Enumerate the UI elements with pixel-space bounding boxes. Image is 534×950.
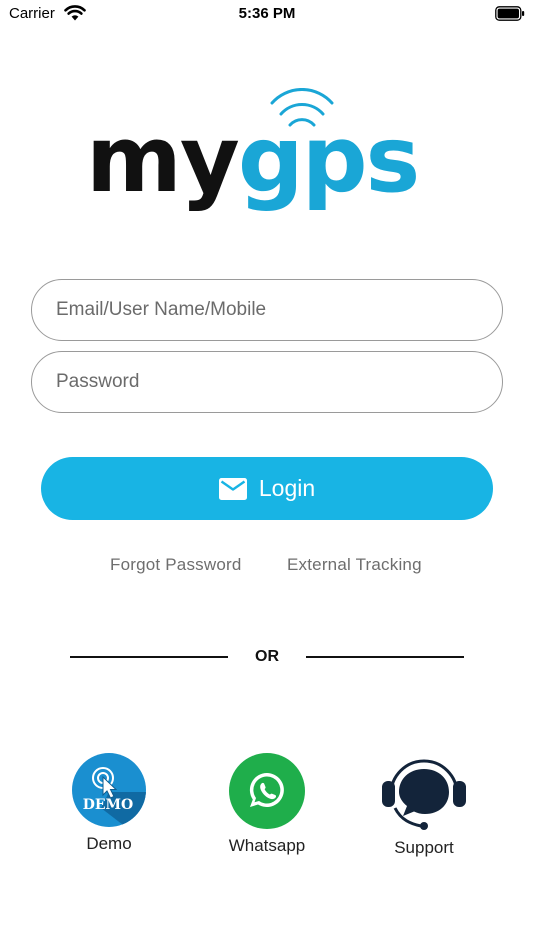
divider-right — [306, 656, 464, 658]
mail-icon — [218, 477, 247, 500]
demo-badge-text: DEMO — [83, 797, 134, 813]
headset-icon — [382, 759, 466, 830]
status-bar: Carrier 5:36 PM — [0, 0, 534, 28]
mygps-logo: mygps — [86, 88, 420, 213]
login-button[interactable]: Login — [41, 457, 493, 520]
logo-accent: gps — [238, 106, 418, 213]
whatsapp-label: Whatsapp — [228, 836, 306, 855]
email-field-wrapper — [31, 279, 503, 341]
forgot-password-link[interactable]: Forgot Password — [110, 555, 242, 575]
demo-icon: DEMO — [72, 753, 146, 827]
demo-button[interactable]: DEMO Demo — [54, 752, 164, 854]
status-time: 5:36 PM — [238, 5, 296, 22]
whatsapp-icon — [229, 753, 305, 829]
demo-label: Demo — [86, 834, 132, 853]
login-label: Login — [258, 475, 316, 501]
logo-dark: my — [86, 106, 239, 213]
support-label: Support — [394, 838, 454, 857]
email-input[interactable] — [56, 280, 480, 339]
support-button[interactable]: Support — [369, 752, 479, 858]
password-field-wrapper — [31, 351, 503, 413]
logo-text: mygps — [86, 106, 418, 213]
whatsapp-button[interactable]: Whatsapp — [212, 752, 322, 856]
battery-icon — [495, 6, 525, 21]
external-tracking-link[interactable]: External Tracking — [287, 555, 422, 575]
password-input[interactable] — [56, 352, 480, 411]
